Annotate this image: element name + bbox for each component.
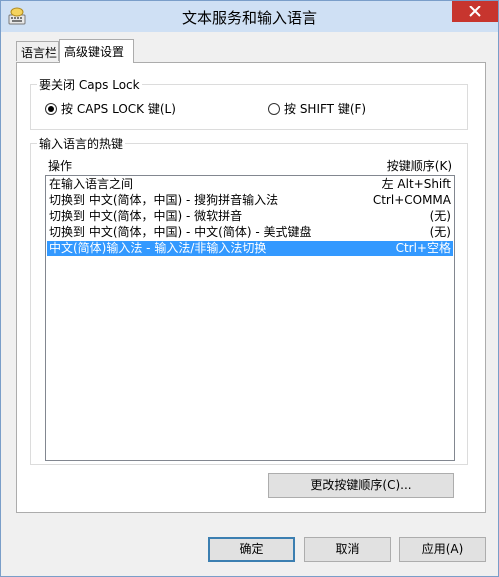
- ok-button[interactable]: 确定: [208, 537, 295, 562]
- radio-caps-lock-indicator[interactable]: [45, 102, 57, 115]
- tab-language-bar[interactable]: 语言栏: [16, 41, 59, 61]
- column-header-action[interactable]: 操作: [48, 157, 72, 174]
- list-item-keys: Ctrl+空格: [395, 241, 451, 255]
- hotkeys-group-caption: 输入语言的热键: [37, 135, 126, 152]
- radio-caps-lock[interactable]: 按 CAPS LOCK 键(L): [45, 100, 176, 117]
- close-icon: [469, 6, 481, 17]
- radio-shift-indicator[interactable]: [268, 102, 280, 115]
- list-item-keys: (无): [429, 225, 451, 239]
- list-item[interactable]: 在输入语言之间 左 Alt+Shift: [47, 177, 453, 192]
- tab-advanced-key-settings[interactable]: 高级键设置: [59, 39, 134, 63]
- radio-shift[interactable]: 按 SHIFT 键(F): [268, 100, 366, 117]
- hotkeys-list[interactable]: 在输入语言之间 左 Alt+Shift 切换到 中文(简体，中国) - 搜狗拼音…: [45, 175, 455, 461]
- dialog-window: 文本服务和输入语言 语言栏 高级键设置 要关闭 Caps Lock 按 CAPS…: [0, 0, 499, 577]
- close-button[interactable]: [452, 1, 498, 22]
- window-title: 文本服务和输入语言: [181, 9, 317, 27]
- list-item-action: 切换到 中文(简体，中国) - 搜狗拼音输入法: [49, 193, 279, 207]
- list-item-action: 中文(简体)输入法 - 输入法/非输入法切换: [49, 241, 267, 255]
- list-item-keys: 左 Alt+Shift: [381, 177, 451, 191]
- tab-page-advanced: 要关闭 Caps Lock 按 CAPS LOCK 键(L) 按 SHIFT 键…: [16, 62, 486, 513]
- radio-caps-lock-label: 按 CAPS LOCK 键(L): [61, 102, 176, 116]
- title-bar[interactable]: 文本服务和输入语言: [1, 1, 498, 32]
- list-item[interactable]: 切换到 中文(简体，中国) - 微软拼音 (无): [47, 209, 453, 224]
- column-header-key-sequence[interactable]: 按键顺序(K): [387, 157, 452, 174]
- list-item-action: 切换到 中文(简体，中国) - 微软拼音: [49, 209, 243, 223]
- list-item[interactable]: 切换到 中文(简体，中国) - 中文(简体) - 美式键盘 (无): [47, 225, 453, 240]
- apply-button[interactable]: 应用(A): [399, 537, 486, 562]
- list-item-keys: (无): [429, 209, 451, 223]
- change-key-sequence-button[interactable]: 更改按键顺序(C)...: [268, 473, 454, 498]
- list-item[interactable]: 切换到 中文(简体，中国) - 搜狗拼音输入法 Ctrl+COMMA: [47, 193, 453, 208]
- cancel-button[interactable]: 取消: [304, 537, 391, 562]
- hotkeys-list-header: 操作 按键顺序(K): [45, 153, 455, 173]
- list-item-action: 在输入语言之间: [49, 177, 134, 191]
- list-item-keys: Ctrl+COMMA: [372, 193, 451, 207]
- caps-lock-group: 要关闭 Caps Lock 按 CAPS LOCK 键(L) 按 SHIFT 键…: [30, 76, 468, 130]
- list-item-action: 切换到 中文(简体，中国) - 中文(简体) - 美式键盘: [49, 225, 312, 239]
- radio-shift-label: 按 SHIFT 键(F): [284, 102, 367, 116]
- caps-lock-group-caption: 要关闭 Caps Lock: [37, 76, 142, 93]
- list-item-selected[interactable]: 中文(简体)输入法 - 输入法/非输入法切换 Ctrl+空格: [47, 241, 453, 256]
